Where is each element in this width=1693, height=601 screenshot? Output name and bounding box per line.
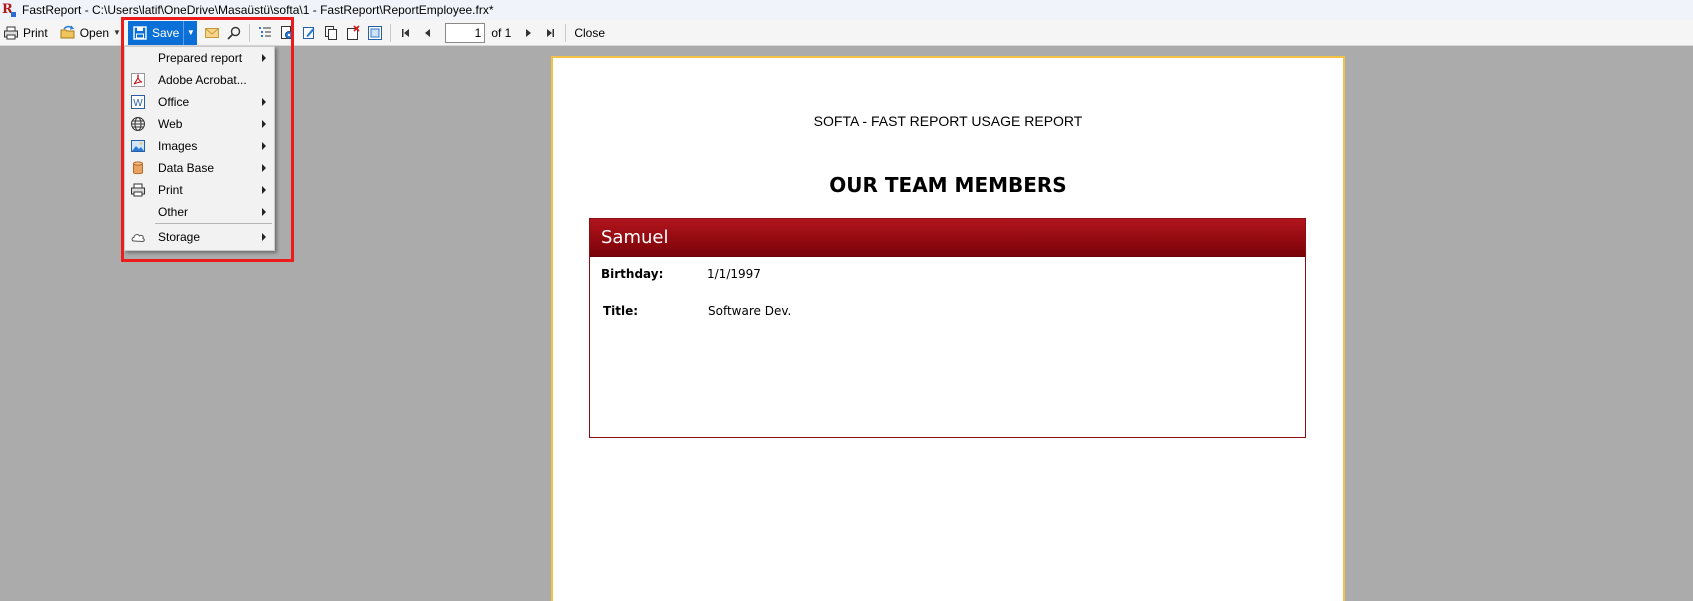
submenu-arrow-icon	[262, 54, 266, 62]
title-label: Title:	[603, 304, 639, 318]
first-page-button[interactable]	[395, 22, 417, 44]
toolbar-separator	[390, 23, 392, 42]
outline-list-icon	[257, 25, 273, 41]
page-setup-icon	[279, 25, 295, 41]
delete-page-icon	[345, 24, 361, 41]
next-page-icon	[520, 25, 536, 41]
menu-item-office[interactable]: W Office	[125, 91, 274, 113]
page-settings-button[interactable]	[276, 22, 298, 44]
globe-icon	[130, 116, 146, 132]
submenu-arrow-icon	[262, 120, 266, 128]
find-button[interactable]	[223, 22, 245, 44]
employee-card: Samuel Birthday: 1/1/1997 Title: Softwar…	[589, 218, 1306, 438]
watermark-icon	[367, 25, 383, 41]
submenu-arrow-icon	[262, 233, 266, 241]
title-bar: R FastReport - C:\Users\latif\OneDrive\M…	[0, 0, 1693, 20]
menu-item-data-base[interactable]: Data Base	[125, 157, 274, 179]
menu-item-adobe-acrobat[interactable]: Adobe Acrobat...	[125, 69, 274, 91]
delete-page-button[interactable]	[342, 22, 364, 44]
menu-item-storage[interactable]: Storage	[125, 226, 274, 248]
save-dropdown-menu: Prepared report Adobe Acrobat... W Offic…	[124, 46, 275, 251]
toolbar-separator	[565, 23, 567, 42]
print-button-label: Print	[23, 25, 48, 40]
open-button-label: Open	[79, 25, 110, 40]
next-page-button[interactable]	[517, 22, 539, 44]
envelope-icon	[204, 25, 220, 41]
page-count-label: of 1	[491, 25, 512, 40]
last-page-icon	[542, 25, 558, 41]
cloud-icon	[130, 229, 146, 245]
menu-item-web[interactable]: Web	[125, 113, 274, 135]
word-icon: W	[130, 94, 146, 110]
database-icon	[130, 160, 146, 176]
close-button[interactable]: Close	[570, 22, 609, 44]
fastreport-logo-icon: R	[2, 3, 16, 17]
menu-item-other[interactable]: Other	[125, 201, 274, 223]
submenu-arrow-icon	[262, 186, 266, 194]
title-value: Software Dev.	[708, 304, 792, 318]
save-button-label: Save	[151, 25, 180, 40]
pdf-icon	[130, 72, 146, 88]
open-button[interactable]: Open ▼	[57, 22, 124, 44]
floppy-disk-icon	[132, 25, 148, 41]
report-heading: SOFTA - FAST REPORT USAGE REPORT	[813, 113, 1083, 129]
magnifier-icon	[226, 25, 242, 41]
toolbar-separator	[249, 23, 251, 42]
svg-text:W: W	[133, 98, 143, 109]
watermark-button[interactable]	[364, 22, 386, 44]
submenu-arrow-icon	[262, 208, 266, 216]
print-button[interactable]: Print	[0, 22, 51, 44]
window-title: FastReport - C:\Users\latif\OneDrive\Mas…	[22, 3, 494, 17]
image-icon	[130, 138, 146, 154]
page-number-input[interactable]	[445, 22, 486, 43]
report-title: OUR TEAM MEMBERS	[829, 173, 1067, 197]
save-button[interactable]: Save	[127, 20, 184, 45]
menu-item-images[interactable]: Images	[125, 135, 274, 157]
printer-icon	[130, 182, 146, 198]
email-button[interactable]	[201, 22, 223, 44]
edit-page-icon	[301, 25, 317, 41]
menu-separator	[155, 223, 272, 224]
birthday-label: Birthday:	[601, 267, 664, 281]
save-dropdown-arrow-icon[interactable]: ▼	[183, 20, 198, 45]
edit-page-button[interactable]	[298, 22, 320, 44]
menu-item-prepared-report[interactable]: Prepared report	[125, 47, 274, 69]
employee-name: Samuel	[590, 219, 1305, 257]
printer-icon	[3, 25, 19, 41]
outline-button[interactable]	[254, 22, 276, 44]
birthday-value: 1/1/1997	[707, 267, 761, 281]
open-folder-icon	[60, 25, 76, 41]
submenu-arrow-icon	[262, 98, 266, 106]
last-page-button[interactable]	[539, 22, 561, 44]
first-page-icon	[398, 25, 414, 41]
previous-page-icon	[420, 25, 436, 41]
open-dropdown-arrow-icon[interactable]: ▼	[113, 28, 121, 37]
submenu-arrow-icon	[262, 164, 266, 172]
menu-item-print[interactable]: Print	[125, 179, 274, 201]
submenu-arrow-icon	[262, 142, 266, 150]
copy-page-button[interactable]	[320, 22, 342, 44]
copy-page-icon	[323, 25, 339, 41]
preview-toolbar: Print Open ▼ Save ▼ 1 of 1 Close	[0, 20, 1693, 46]
previous-page-button[interactable]	[417, 22, 439, 44]
report-page: SOFTA - FAST REPORT USAGE REPORT OUR TEA…	[551, 56, 1345, 601]
